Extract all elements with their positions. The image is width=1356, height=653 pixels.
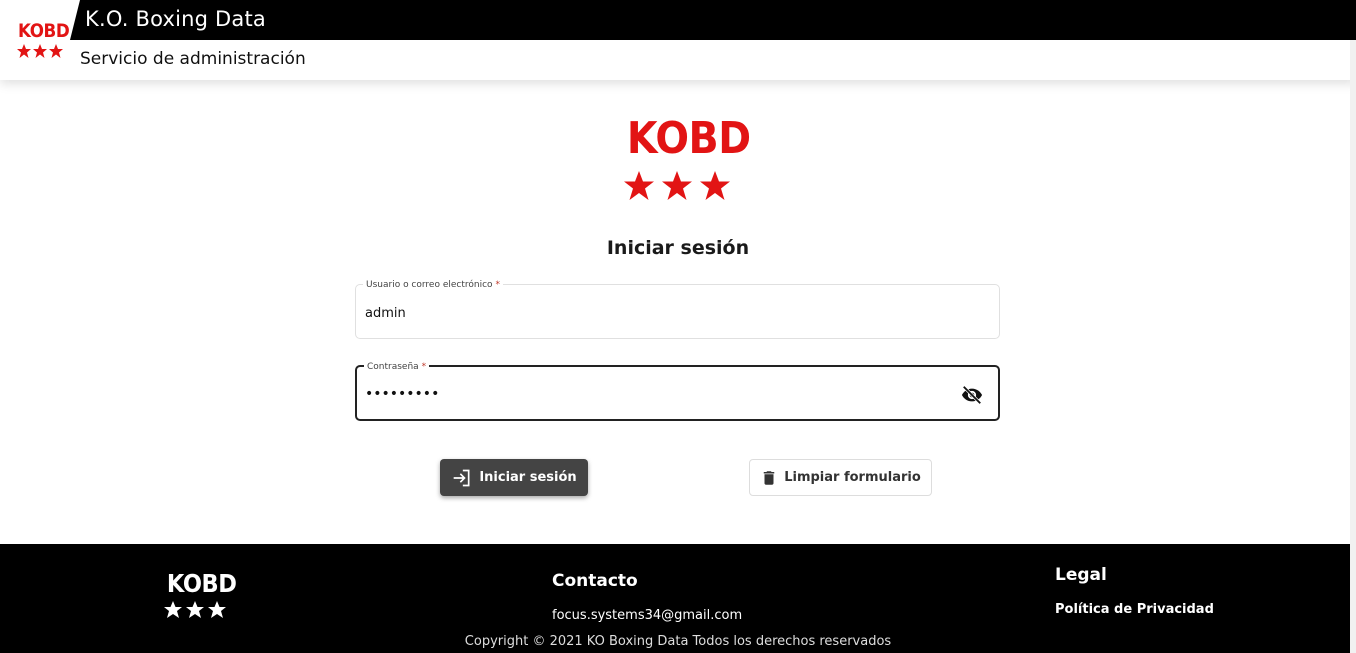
trash-icon (763, 470, 775, 485)
footer-logo: KOBD (163, 571, 237, 618)
page-scrollbar[interactable] (1350, 40, 1356, 653)
footer-legal-title: Legal (1055, 565, 1107, 585)
header-logo-text: KOBD (18, 20, 70, 42)
main-logo-text: KOBD (626, 113, 751, 164)
login-title: Iniciar sesión (606, 237, 750, 259)
login-button[interactable]: Iniciar sesión (440, 459, 588, 496)
footer-logo-stars-icon (164, 601, 226, 618)
header-logo[interactable]: KOBD (0, 0, 80, 80)
eye-off-icon (961, 385, 983, 405)
toggle-password-visibility-button[interactable] (961, 384, 983, 406)
footer-contact-email[interactable]: focus.systems34@gmail.com (552, 608, 742, 623)
password-field[interactable]: Contraseña * (355, 362, 1000, 421)
main-logo-stars-icon (624, 171, 730, 200)
app-title: K.O. Boxing Data (85, 7, 267, 31)
header-logo-stars-icon (17, 44, 63, 58)
password-input[interactable] (365, 382, 925, 406)
username-field[interactable]: Usuario o correo electrónico * (355, 280, 1000, 339)
page-footer: KOBD Contacto focus.systems34@gmail.com … (0, 544, 1350, 653)
password-label: Contraseña * (364, 362, 430, 372)
login-button-label: Iniciar sesión (479, 470, 577, 485)
clear-form-button[interactable]: Limpiar formulario (749, 459, 932, 496)
app-subtitle: Servicio de administración (80, 49, 306, 69)
footer-logo-text: KOBD (166, 569, 237, 598)
privacy-policy-link[interactable]: Política de Privacidad (1055, 602, 1214, 617)
username-label: Usuario o correo electrónico * (363, 280, 503, 290)
main-logo: KOBD (620, 117, 751, 207)
app-header: KOBD K.O. Boxing Data Servicio de admini… (0, 0, 1356, 80)
footer-contact-title: Contacto (552, 571, 638, 591)
footer-copyright: Copyright © 2021 KO Boxing Data Todos lo… (464, 634, 892, 649)
login-icon (453, 469, 470, 486)
clear-form-button-label: Limpiar formulario (784, 470, 921, 485)
username-input[interactable] (365, 301, 925, 325)
